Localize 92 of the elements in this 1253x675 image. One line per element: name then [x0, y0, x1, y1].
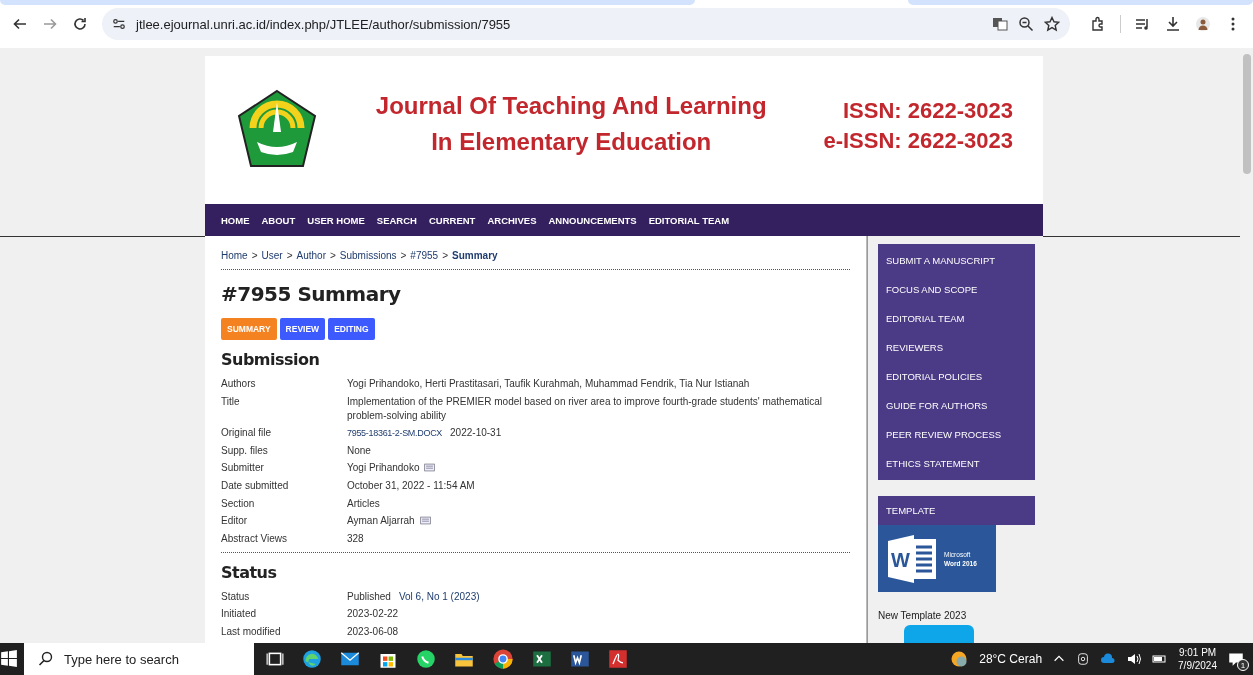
field-label: Date submitted: [221, 478, 290, 493]
breadcrumb-link[interactable]: Author: [296, 250, 326, 261]
edge-browser-icon[interactable]: [302, 649, 322, 669]
nav-link[interactable]: SEARCH: [370, 214, 423, 226]
task-view-icon[interactable]: [266, 650, 284, 668]
media-queue-icon[interactable]: [1135, 16, 1151, 32]
word-app-icon[interactable]: [570, 649, 590, 669]
field-value: Implementation of the PREMIER model based on river area to improve fourth-grade students' mathematical problem-solving ability: [347, 394, 823, 423]
journal-title: Journal Of Teaching And Learning: [375, 91, 767, 121]
field-label: Supp. files: [221, 443, 269, 458]
breadcrumb-link[interactable]: Home: [221, 250, 248, 261]
sidebar-link[interactable]: GUIDE FOR AUTHORS: [878, 391, 1035, 420]
weather-text[interactable]: 28°C Cerah: [979, 652, 1043, 666]
speaker-icon[interactable]: [1126, 651, 1143, 667]
nav-link[interactable]: EDITORIAL TEAM: [642, 214, 736, 226]
sidebar-link[interactable]: PEER REVIEW PROCESS: [878, 420, 1035, 449]
windows-start-icon[interactable]: [0, 650, 18, 668]
notification-badge: 1: [1237, 659, 1249, 671]
issn-text: ISSN: 2622-3023: [842, 97, 1013, 125]
taskbar-clock[interactable]: 9:01 PM 7/9/2024: [1178, 646, 1217, 672]
field-value: Yogi Prihandoko, Herti Prastitasari, Taufik Kurahmah, Muhammad Fendrik, Tia Nur Istianah: [347, 377, 750, 391]
nav-link[interactable]: ARCHIVES: [481, 214, 543, 226]
journal-title: In Elementary Education: [431, 127, 712, 157]
field-label: Status: [221, 589, 251, 604]
breadcrumb-separator: >: [251, 250, 258, 261]
spreadsheet-app-icon[interactable]: [532, 649, 552, 669]
field-value: None: [347, 443, 371, 458]
field-value: 2023-02-22: [347, 607, 399, 622]
page-title: #7955 Summary: [221, 282, 402, 306]
field-label: Initiated: [221, 607, 258, 622]
profile-avatar-icon[interactable]: [1195, 16, 1211, 32]
sidebar-link[interactable]: EDITORIAL POLICIES: [878, 362, 1035, 391]
nav-link[interactable]: USER HOME: [301, 214, 371, 226]
breadcrumb-link[interactable]: #7955: [410, 250, 439, 261]
tab[interactable]: REVIEW: [279, 318, 326, 340]
field-label: Editor: [221, 514, 249, 529]
pdf-reader-icon[interactable]: [608, 649, 628, 669]
breadcrumb-separator: >: [286, 250, 293, 261]
sidebar-link[interactable]: FOCUS AND SCOPE: [878, 275, 1035, 304]
file-link[interactable]: 7955-18361-2-SM.DOCX: [347, 426, 443, 441]
field-value: October 31, 2022 - 11:54 AM: [347, 478, 475, 493]
camera-icon[interactable]: [1076, 652, 1091, 666]
email-icon[interactable]: [423, 462, 437, 474]
site-settings-icon[interactable]: [112, 17, 126, 31]
forward-arrow-icon[interactable]: [42, 16, 58, 32]
nav-link[interactable]: CURRENT: [422, 214, 482, 226]
reload-icon[interactable]: [72, 16, 88, 32]
field-value: 2022-10-31: [450, 426, 502, 441]
field-label: Section: [221, 496, 256, 511]
breadcrumb-separator: >: [442, 250, 448, 261]
download-icon[interactable]: [1165, 16, 1181, 32]
template-link[interactable]: New Template 2023: [878, 610, 1035, 621]
sidebar-link[interactable]: SUBMIT A MANUSCRIPT: [878, 246, 1035, 275]
nav-link[interactable]: HOME: [215, 214, 256, 226]
field-value: Articles: [347, 496, 380, 511]
field-value: Yogi Prihandoko: [347, 461, 420, 476]
section-heading: Submission: [221, 350, 321, 369]
notification-icon[interactable]: [1227, 650, 1245, 668]
field-label: Submitter: [221, 461, 265, 476]
breadcrumb-link[interactable]: User: [261, 250, 283, 261]
taskbar-search-field[interactable]: Type here to search: [24, 643, 254, 675]
field-value: Published: [347, 589, 391, 604]
search-icon[interactable]: [38, 651, 54, 667]
breadcrumb-link[interactable]: Submissions: [339, 250, 397, 261]
tab[interactable]: EDITING: [328, 318, 375, 340]
field-label: Original file: [221, 426, 273, 441]
chat-bubble-icon[interactable]: [416, 649, 436, 669]
breadcrumb-separator: >: [400, 250, 407, 261]
field-value: Ayman Aljarrah: [347, 514, 415, 529]
template-heading: TEMPLATE: [878, 496, 1035, 525]
field-value: 328: [347, 531, 364, 546]
issue-link[interactable]: Vol 6, No 1 (2023): [398, 589, 480, 604]
field-label: Title: [221, 394, 241, 409]
sidebar-link[interactable]: ETHICS STATEMENT: [878, 449, 1035, 478]
field-label: Abstract Views: [221, 531, 288, 546]
field-label: Authors: [221, 377, 257, 391]
back-arrow-icon[interactable]: [12, 16, 28, 32]
star-icon[interactable]: [1044, 16, 1060, 32]
chrome-browser-icon[interactable]: [492, 648, 514, 670]
nav-link[interactable]: ANNOUNCEMENTS: [542, 214, 643, 226]
section-heading: Status: [221, 562, 278, 582]
field-label: Last modified: [221, 624, 282, 639]
nav-link[interactable]: ABOUT: [255, 214, 302, 226]
translate-icon[interactable]: [992, 16, 1008, 32]
sidebar-link[interactable]: REVIEWERS: [878, 333, 1035, 362]
extensions-icon[interactable]: [1090, 16, 1106, 32]
issn-text: e-ISSN: 2622-3023: [823, 127, 1013, 155]
field-value: 2023-06-08: [347, 624, 399, 639]
zoom-icon[interactable]: [1018, 16, 1034, 32]
breadcrumb-separator: >: [329, 250, 336, 261]
email-icon[interactable]: [418, 515, 432, 527]
sidebar-link[interactable]: EDITORIAL TEAM: [878, 304, 1035, 333]
